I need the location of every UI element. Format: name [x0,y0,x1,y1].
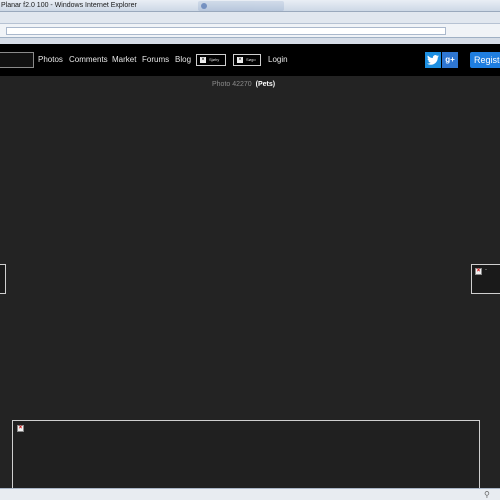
nav-market[interactable]: Market [112,55,136,65]
register-button[interactable]: Registe [470,52,500,68]
nav-login[interactable]: Login [268,55,288,65]
nav-blog[interactable]: Blog [175,55,191,65]
photo-caption: Photo 42270 (Pets) [212,81,275,88]
address-field[interactable] [6,27,446,35]
broken-image-icon: × [475,268,482,275]
search-input[interactable] [0,52,34,68]
site-nav: Photos Comments Market Forums Blog × Sjø… [0,44,500,76]
broken-image-icon: × [237,57,243,63]
next-photo-button[interactable]: × - [471,264,500,294]
google-plus-icon[interactable]: g+ [442,52,458,68]
window-titlebar: Planar f2.0 100 - Windows Internet Explo… [0,0,500,12]
window-title: Planar f2.0 100 - Windows Internet Explo… [1,2,137,9]
nav-forums[interactable]: Forums [142,55,169,65]
nav-comments[interactable]: Comments [69,55,108,65]
next-photo-label: - [485,267,487,273]
photo-category[interactable]: (Pets) [256,81,275,88]
zoom-icon[interactable]: ⚲ [484,490,490,499]
twitter-icon[interactable] [425,52,441,68]
address-bar [0,24,500,38]
previous-photo-button[interactable] [0,264,6,294]
photo-frame[interactable]: × [12,420,480,490]
nav-button-2[interactable]: × Søgo [233,54,261,66]
nav-button-1[interactable]: × Sjøhy [196,54,226,66]
broken-image-icon: × [17,425,24,432]
photo-id: Photo 42270 [212,81,252,88]
nav-button-1-label: Sjøhy [209,57,220,62]
browser-tab[interactable] [198,1,284,11]
status-bar: ⚲ [0,488,500,500]
nav-photos[interactable]: Photos [38,55,63,65]
nav-button-2-label: Søgo [246,57,256,62]
broken-image-icon: × [200,57,206,63]
browser-toolbar [0,12,500,24]
